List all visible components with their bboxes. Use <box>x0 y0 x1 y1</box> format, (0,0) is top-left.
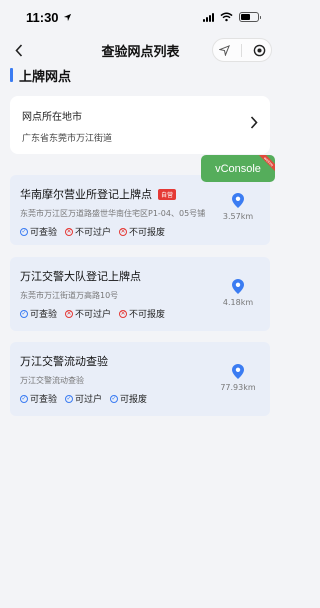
wifi-icon <box>220 12 233 22</box>
check-icon: ✓ <box>110 394 119 403</box>
outlet-distance-block[interactable]: 3.57km <box>216 193 260 221</box>
service-tags: ✓ 可查验 ✓ 可过户 ✓ 可报废 <box>20 392 260 405</box>
service-tags: ✓ 可查验 ✕ 不可过户 ✕ 不可报废 <box>20 307 260 320</box>
outlet-distance: 3.57km <box>222 212 254 221</box>
service-label: 可查验 <box>30 310 58 320</box>
vconsole-button[interactable]: vConsole weinre <box>201 155 275 182</box>
location-arrow-icon[interactable] <box>218 44 230 56</box>
status-icons <box>203 12 261 22</box>
check-icon: ✓ <box>65 394 74 403</box>
outlet-address: 东莞市万江街道万高路10号 <box>20 291 119 300</box>
outlet-name: 万江交警流动查验 <box>20 355 108 368</box>
cross-icon: ✕ <box>65 309 74 318</box>
signal-icon <box>203 12 214 22</box>
city-value: 广东省东莞市万江街道 <box>22 134 113 144</box>
service-tag: ✓ 可查验 <box>20 307 57 320</box>
city-label: 网点所在地市 <box>22 112 82 123</box>
map-pin-icon[interactable] <box>232 193 244 208</box>
check-icon: ✓ <box>20 309 28 318</box>
service-tag: ✕ 不可过户 <box>65 307 111 320</box>
service-tags: ✓ 可查验 ✕ 不可过户 ✕ 不可报废 <box>20 225 260 238</box>
section-accent-bar <box>10 68 13 82</box>
section-header: 上牌网点 <box>10 66 72 85</box>
service-tag: ✓ 可查验 <box>20 392 57 405</box>
chevron-right-icon <box>250 116 258 129</box>
capsule-divider <box>240 43 242 57</box>
outlet-card[interactable]: 华南摩尔营业所登记上牌点 自营 东莞市万江区万道路盛世华南住宅区P1-04、05… <box>10 175 270 245</box>
service-label: 不可报废 <box>129 228 166 238</box>
location-arrow-icon <box>63 13 71 21</box>
outlet-distance: 4.18km <box>222 298 254 307</box>
service-label: 不可过户 <box>75 310 112 320</box>
outlet-name: 万江交警大队登记上牌点 <box>20 270 141 283</box>
outlet-address: 万江交警流动查验 <box>20 376 84 385</box>
service-label: 可查验 <box>30 228 58 238</box>
map-pin-icon[interactable] <box>232 364 244 379</box>
service-label: 可查验 <box>30 395 58 405</box>
service-tag: ✓ 可过户 <box>65 392 102 405</box>
outlet-badge: 自营 <box>158 188 177 200</box>
service-tag: ✓ 可查验 <box>20 225 57 238</box>
outlet-distance-block[interactable]: 4.18km <box>216 279 260 307</box>
outlet-address: 东莞市万江区万道路盛世华南住宅区P1-04、05号铺 <box>20 209 206 218</box>
status-time-text: 11:30 <box>26 9 59 25</box>
back-button[interactable] <box>10 40 28 60</box>
mini-program-capsule <box>212 38 272 62</box>
service-label: 可报废 <box>120 395 148 405</box>
outlet-name: 华南摩尔营业所登记上牌点 <box>20 188 152 201</box>
cross-icon: ✕ <box>119 309 128 318</box>
page-title: 查验网点列表 <box>101 44 180 60</box>
service-label: 不可报废 <box>129 310 166 320</box>
battery-icon <box>239 12 261 22</box>
chevron-left-icon <box>15 43 23 57</box>
map-pin-icon[interactable] <box>232 279 244 294</box>
city-selector-card[interactable]: 网点所在地市 广东省东莞市万江街道 <box>10 96 270 154</box>
service-tag: ✕ 不可报废 <box>119 225 165 238</box>
nav-bar: 查验网点列表 <box>0 34 281 66</box>
outlet-distance: 77.93km <box>220 383 256 392</box>
outlet-distance-block[interactable]: 77.93km <box>216 364 260 392</box>
service-label: 不可过户 <box>75 228 112 238</box>
status-time: 11:30 <box>26 10 72 25</box>
service-tag: ✓ 可报废 <box>110 392 147 405</box>
check-icon: ✓ <box>20 227 28 236</box>
vconsole-label: vConsole <box>215 162 261 175</box>
outlet-card[interactable]: 万江交警流动查验 万江交警流动查验 ✓ 可查验 ✓ 可过户 ✓ 可报废 77.93km <box>10 342 270 416</box>
cross-icon: ✕ <box>65 227 74 236</box>
service-label: 可过户 <box>75 395 103 405</box>
check-icon: ✓ <box>20 394 28 403</box>
cross-icon: ✕ <box>119 227 128 236</box>
section-title: 上牌网点 <box>19 69 72 85</box>
close-target-icon[interactable] <box>253 44 266 57</box>
outlet-card[interactable]: 万江交警大队登记上牌点 东莞市万江街道万高路10号 ✓ 可查验 ✕ 不可过户 ✕ 不可… <box>10 257 270 331</box>
status-bar: 11:30 <box>0 0 281 34</box>
service-tag: ✕ 不可报废 <box>119 307 165 320</box>
service-tag: ✕ 不可过户 <box>65 225 111 238</box>
